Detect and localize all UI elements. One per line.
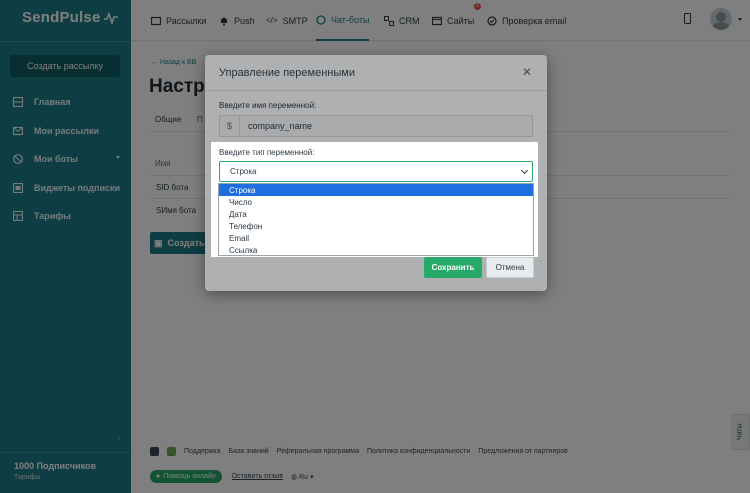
type-option-string[interactable]: Строка (219, 184, 533, 196)
type-option-link[interactable]: Ссылка (219, 244, 533, 256)
chevron-down-icon (520, 166, 529, 175)
variable-type-label: Введите тип переменной: (219, 148, 315, 157)
type-option-number[interactable]: Число (219, 196, 533, 208)
type-option-date[interactable]: Дата (219, 208, 533, 220)
variable-type-select[interactable]: Строка (219, 161, 533, 182)
variable-type-dropdown: Строка Число Дата Телефон Email Ссылка (218, 183, 534, 256)
type-option-email[interactable]: Email (219, 232, 533, 244)
type-option-phone[interactable]: Телефон (219, 220, 533, 232)
cancel-button[interactable]: Отмена (486, 257, 534, 278)
save-button[interactable]: Сохранить (424, 257, 482, 278)
variable-type-value: Строка (230, 167, 257, 176)
